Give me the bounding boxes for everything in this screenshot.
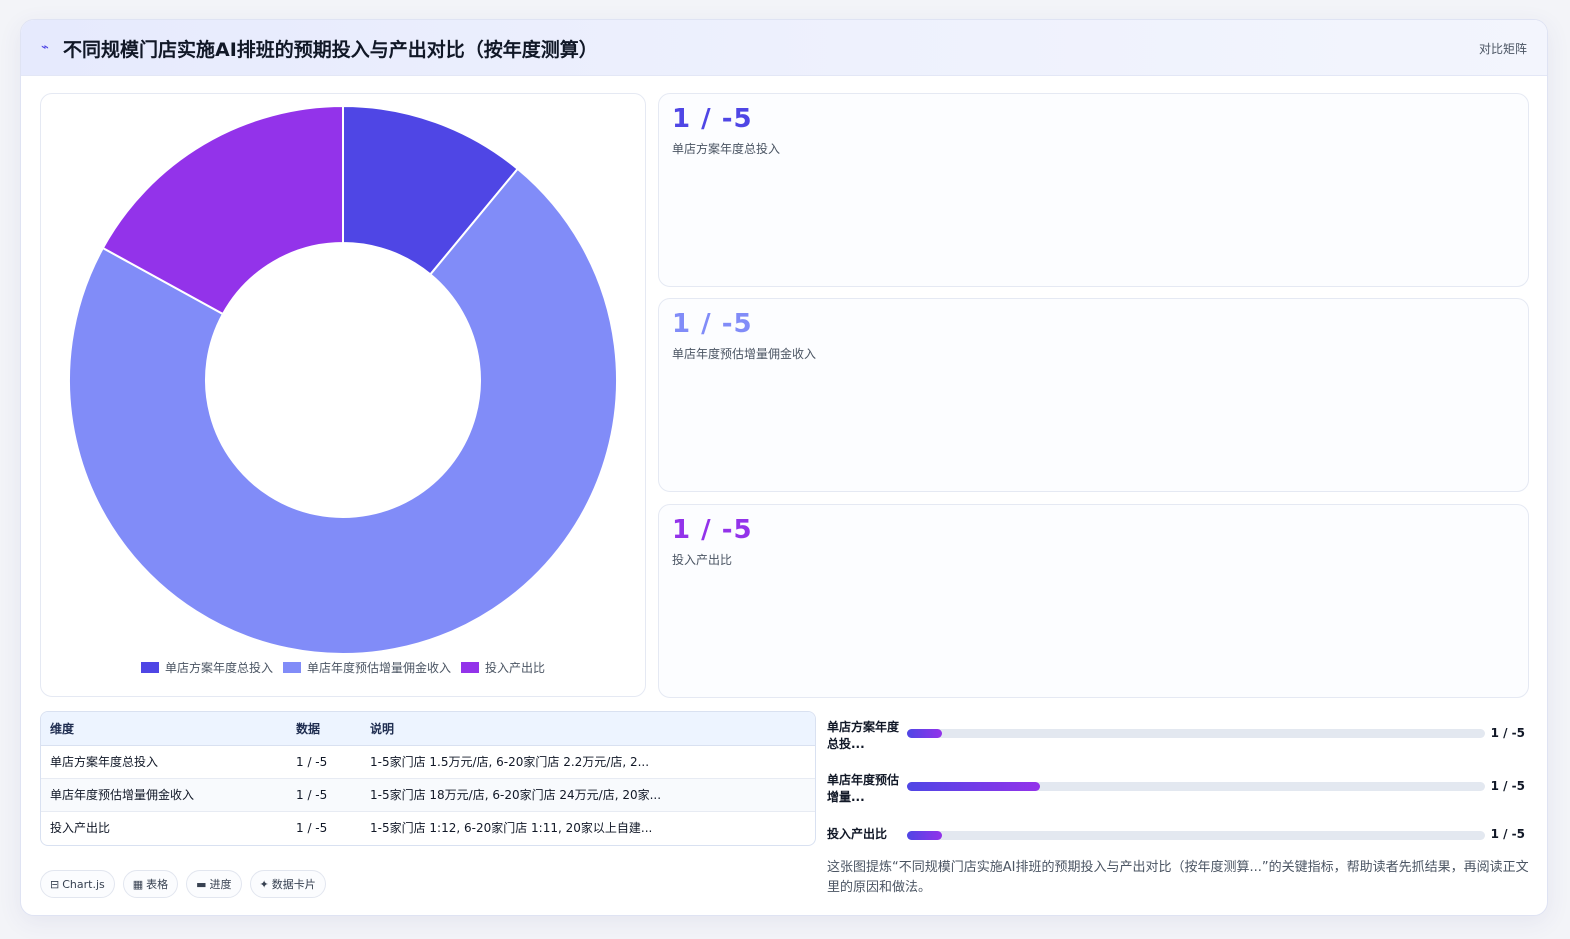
data-table: 维度 数据 说明 单店方案年度总投入 1 / -5 1-5家门店 1.5万元/店… <box>40 711 816 846</box>
kpi-label: 单店年度预估增量佣金收入 <box>672 347 817 361</box>
feature-chips: ⊟ Chart.js ▦ 表格 ▬ 进度 ✦ 数据卡片 <box>40 870 326 898</box>
progress-track <box>907 831 1485 840</box>
kpi-label: 单店方案年度总投入 <box>672 142 781 156</box>
progress-row: 单店方案年度总投... 1 / -5 <box>827 719 1527 753</box>
page-title: 不同规模门店实施AI排班的预期投入与产出对比（按年度测算） <box>63 39 598 61</box>
sparkle-icon: ✦ <box>259 877 269 891</box>
kpi-value: 1 / -5 <box>672 309 753 339</box>
table-icon: ▦ <box>132 877 144 891</box>
column-header: 维度 <box>41 712 287 746</box>
progress-label: 投入产出比 <box>827 827 888 841</box>
donut-chart-panel: 单店方案年度总投入 单店年度预估增量佣金收入 投入产出比 <box>40 93 646 697</box>
legend-swatch <box>282 662 301 673</box>
table-cell: 1-5家门店 18万元/店, 6-20家门店 24万元/店, 20家... <box>361 778 815 812</box>
chip-label: 进度 <box>209 878 232 891</box>
chip-progress[interactable]: ▬ 进度 <box>186 870 242 898</box>
column-header: 说明 <box>361 712 815 746</box>
table-cell: 单店年度预估增量佣金收入 <box>41 778 287 812</box>
chip-table[interactable]: ▦ 表格 <box>122 870 179 898</box>
legend-label: 投入产出比 <box>485 661 546 675</box>
header: ⌁ 不同规模门店实施AI排班的预期投入与产出对比（按年度测算） 对比矩阵 <box>21 20 1547 76</box>
chart-icon: ⊟ <box>50 877 60 891</box>
chip-data-card[interactable]: ✦ 数据卡片 <box>249 870 326 898</box>
view-tag[interactable]: 对比矩阵 <box>1479 40 1527 57</box>
donut-chart <box>68 104 618 654</box>
progress-label: 单店方案年度总投... <box>827 720 900 751</box>
progress-row: 单店年度预估增量... 1 / -5 <box>827 772 1527 806</box>
progress-fill <box>907 729 942 738</box>
table-cell: 1-5家门店 1.5万元/店, 6-20家门店 2.2万元/店, 2... <box>361 745 815 779</box>
legend-item[interactable]: 投入产出比 <box>461 659 545 676</box>
wave-icon: ⌁ <box>41 40 49 55</box>
progress-value: 1 / -5 <box>1490 779 1525 793</box>
legend-swatch <box>461 662 479 673</box>
progress-fill <box>907 782 1040 791</box>
kpi-value: 1 / -5 <box>672 515 753 545</box>
table-row: 单店方案年度总投入 1 / -5 1-5家门店 1.5万元/店, 6-20家门店… <box>41 745 815 779</box>
progress-track <box>907 782 1485 791</box>
chip-chartjs[interactable]: ⊟ Chart.js <box>40 870 115 898</box>
chip-label: Chart.js <box>62 877 105 891</box>
kpi-label: 投入产出比 <box>672 553 733 567</box>
table-row: 投入产出比 1 / -5 1-5家门店 1:12, 6-20家门店 1:11, … <box>41 811 815 844</box>
legend-swatch <box>140 662 159 673</box>
table-header-row: 维度 数据 说明 <box>41 712 815 746</box>
progress-track <box>907 729 1485 738</box>
kpi-card: 1 / -5 单店方案年度总投入 <box>658 93 1529 287</box>
report-card: ⌁ 不同规模门店实施AI排班的预期投入与产出对比（按年度测算） 对比矩阵 单店方… <box>20 19 1548 916</box>
table-cell: 1 / -5 <box>287 778 361 812</box>
progress-row: 投入产出比 1 / -5 <box>827 825 1527 859</box>
legend-item[interactable]: 单店年度预估增量佣金收入 <box>282 659 451 676</box>
kpi-card: 1 / -5 投入产出比 <box>658 504 1529 698</box>
table-cell: 1-5家门店 1:12, 6-20家门店 1:11, 20家以上自建... <box>370 821 653 836</box>
progress-fill <box>907 831 942 840</box>
legend-label: 单店年度预估增量佣金收入 <box>306 661 451 675</box>
progress-value: 1 / -5 <box>1490 827 1525 841</box>
table-cell: 单店方案年度总投入 <box>41 745 287 779</box>
table-cell: 1 / -5 <box>296 820 328 835</box>
summary-text: 这张图提炼“不同规模门店实施AI排班的预期投入与产出对比（按年度测算...”的关… <box>827 860 1529 895</box>
chip-label: 表格 <box>146 878 169 891</box>
column-header: 数据 <box>287 712 361 746</box>
legend-item[interactable]: 单店方案年度总投入 <box>140 659 273 676</box>
progress-label: 单店年度预估增量... <box>827 773 900 804</box>
kpi-card: 1 / -5 单店年度预估增量佣金收入 <box>658 298 1529 492</box>
legend-label: 单店方案年度总投入 <box>164 661 273 675</box>
table-cell: 1 / -5 <box>287 745 361 779</box>
chip-label: 数据卡片 <box>271 878 316 891</box>
progress-icon: ▬ <box>196 877 207 891</box>
chart-legend: 单店方案年度总投入 单店年度预估增量佣金收入 投入产出比 <box>41 659 645 676</box>
kpi-value: 1 / -5 <box>672 104 753 134</box>
table-cell: 投入产出比 <box>50 821 111 836</box>
table-row: 单店年度预估增量佣金收入 1 / -5 1-5家门店 18万元/店, 6-20家… <box>41 778 815 812</box>
progress-value: 1 / -5 <box>1490 726 1525 740</box>
